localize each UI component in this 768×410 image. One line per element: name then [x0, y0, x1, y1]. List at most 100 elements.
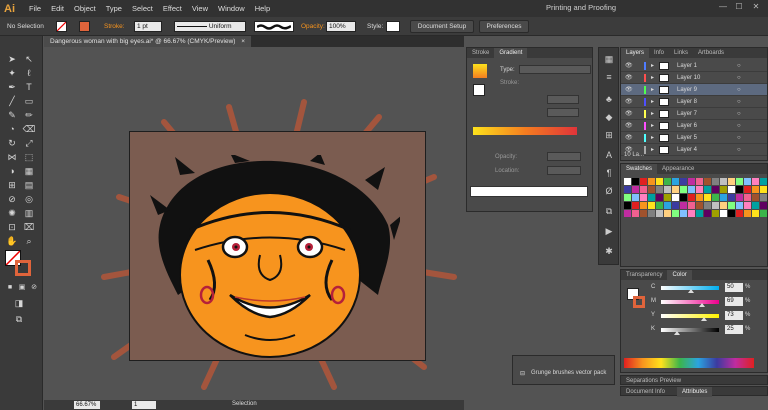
opentype-icon[interactable]: Ø [602, 184, 616, 198]
menu-edit[interactable]: Edit [46, 0, 69, 17]
swatch[interactable] [712, 202, 719, 209]
swatch[interactable] [664, 194, 671, 201]
swatch[interactable] [704, 210, 711, 217]
expand-triangle-icon[interactable]: ▸ [651, 120, 654, 132]
swatch[interactable] [688, 202, 695, 209]
paragraph-icon[interactable]: ¶ [602, 166, 616, 180]
swatch[interactable] [680, 210, 687, 217]
character-icon[interactable]: A [602, 148, 616, 162]
swatch[interactable] [744, 178, 751, 185]
swatch[interactable] [728, 178, 735, 185]
menu-view[interactable]: View [187, 0, 213, 17]
visibility-eye-icon[interactable]: 👁 [625, 60, 633, 72]
swatch[interactable] [640, 178, 647, 185]
maximize-icon[interactable]: ☐ [732, 2, 746, 14]
zoom-tool-icon[interactable]: ⌕ [22, 235, 36, 248]
line-tool-icon[interactable]: ╱ [5, 95, 19, 108]
stroke-weight-field[interactable]: 1 pt [134, 21, 162, 32]
swatch[interactable] [632, 210, 639, 217]
swatch[interactable] [728, 202, 735, 209]
symbol-sprayer-tool-icon[interactable]: ✺ [5, 207, 19, 220]
free-transform-tool-icon[interactable]: ⬚ [22, 151, 36, 164]
swatch[interactable] [672, 202, 679, 209]
swatch[interactable] [720, 210, 727, 217]
style-swatch-icon[interactable] [386, 21, 400, 32]
color-channel-value[interactable]: 25 [725, 325, 743, 334]
swatch[interactable] [664, 186, 671, 193]
swatch[interactable] [720, 178, 727, 185]
tab-attributes[interactable]: Attributes [677, 387, 713, 397]
rectangle-tool-icon[interactable]: ▭ [22, 95, 36, 108]
swatch[interactable] [688, 178, 695, 185]
screen-mode-icon[interactable]: ⧉ [12, 313, 26, 326]
hand-tool-icon[interactable]: ✋ [5, 235, 19, 248]
tab-artboards[interactable]: Artboards [693, 48, 729, 58]
layer-target-icon[interactable]: ○ [737, 144, 741, 156]
layer-name[interactable]: Layer 8 [677, 96, 697, 108]
close-icon[interactable]: ✕ [749, 2, 763, 14]
swatch[interactable] [640, 210, 647, 217]
menu-file[interactable]: File [24, 0, 46, 17]
expand-triangle-icon[interactable]: ▸ [651, 108, 654, 120]
color-stroke-icon[interactable] [633, 296, 645, 308]
layer-row[interactable]: 👁 ▸ Layer 6 ○ [621, 120, 767, 132]
expand-triangle-icon[interactable]: ▸ [651, 132, 654, 144]
scale-tool-icon[interactable]: ⤢ [22, 137, 36, 150]
artboard-tool-icon[interactable]: ⊡ [5, 221, 19, 234]
swatch[interactable] [656, 194, 663, 201]
tab-swatches[interactable]: Swatches [621, 164, 658, 174]
swatch[interactable] [648, 194, 655, 201]
expand-triangle-icon[interactable]: ▸ [651, 96, 654, 108]
gradient-fill-icon[interactable] [473, 84, 485, 96]
document-tab[interactable]: Dangerous woman with big eyes.ai* @ 66.6… [44, 36, 252, 47]
type-tool-icon[interactable]: T [22, 81, 36, 94]
face-illustration[interactable] [150, 155, 400, 375]
color-guide-icon[interactable]: ▦ [602, 52, 616, 66]
tab-close-icon[interactable]: × [241, 38, 245, 45]
swatch[interactable] [696, 210, 703, 217]
pencil-tool-icon[interactable]: ✏ [22, 109, 36, 122]
stroke-profile-select[interactable]: Uniform [174, 21, 246, 32]
gradient-tool-icon[interactable]: ▤ [22, 179, 36, 192]
brush-definition-select[interactable] [254, 21, 294, 32]
layer-name[interactable]: Layer 7 [677, 108, 697, 120]
swatch[interactable] [760, 178, 767, 185]
symbols-icon[interactable]: ♣ [602, 92, 616, 106]
visibility-eye-icon[interactable]: 👁 [625, 84, 633, 96]
layer-row[interactable]: 👁 ▸ Layer 8 ○ [621, 96, 767, 108]
draw-mode-icon[interactable]: ◨ [12, 297, 26, 310]
lasso-tool-icon[interactable]: ℓ [22, 67, 36, 80]
swatch[interactable] [632, 202, 639, 209]
swatch[interactable] [664, 202, 671, 209]
direct-selection-tool-icon[interactable]: ↖ [22, 53, 36, 66]
swatch[interactable] [632, 194, 639, 201]
mesh-tool-icon[interactable]: ⊞ [5, 179, 19, 192]
tab-info[interactable]: Info [649, 48, 669, 58]
swatch[interactable] [656, 178, 663, 185]
swatch[interactable] [704, 186, 711, 193]
layer-row[interactable]: 👁 ▸ Layer 9 ○ [621, 84, 767, 96]
swatch[interactable] [680, 194, 687, 201]
pen-tool-icon[interactable]: ✒ [5, 81, 19, 94]
swatch[interactable] [640, 202, 647, 209]
tab-appearance[interactable]: Appearance [657, 164, 699, 174]
layer-name[interactable]: Layer 10 [677, 72, 700, 84]
swatch[interactable] [704, 194, 711, 201]
fill-swatch-icon[interactable] [56, 21, 67, 32]
swatch[interactable] [624, 178, 631, 185]
slider-handle-icon[interactable] [699, 303, 706, 307]
swatch[interactable] [656, 186, 663, 193]
eyedropper-tool-icon[interactable]: ⊘ [5, 193, 19, 206]
swatch[interactable] [632, 186, 639, 193]
swatch[interactable] [704, 202, 711, 209]
swatch[interactable] [712, 210, 719, 217]
preferences-button[interactable]: Preferences [479, 20, 529, 33]
menu-object[interactable]: Object [69, 0, 101, 17]
gradient-preview-icon[interactable] [473, 64, 487, 78]
swatch[interactable] [720, 194, 727, 201]
swatch[interactable] [624, 202, 631, 209]
slider-handle-icon[interactable] [688, 289, 694, 293]
layer-target-icon[interactable]: ○ [737, 132, 741, 144]
tab-color[interactable]: Color [667, 270, 692, 280]
blob-brush-tool-icon[interactable]: ◔ [5, 123, 19, 136]
